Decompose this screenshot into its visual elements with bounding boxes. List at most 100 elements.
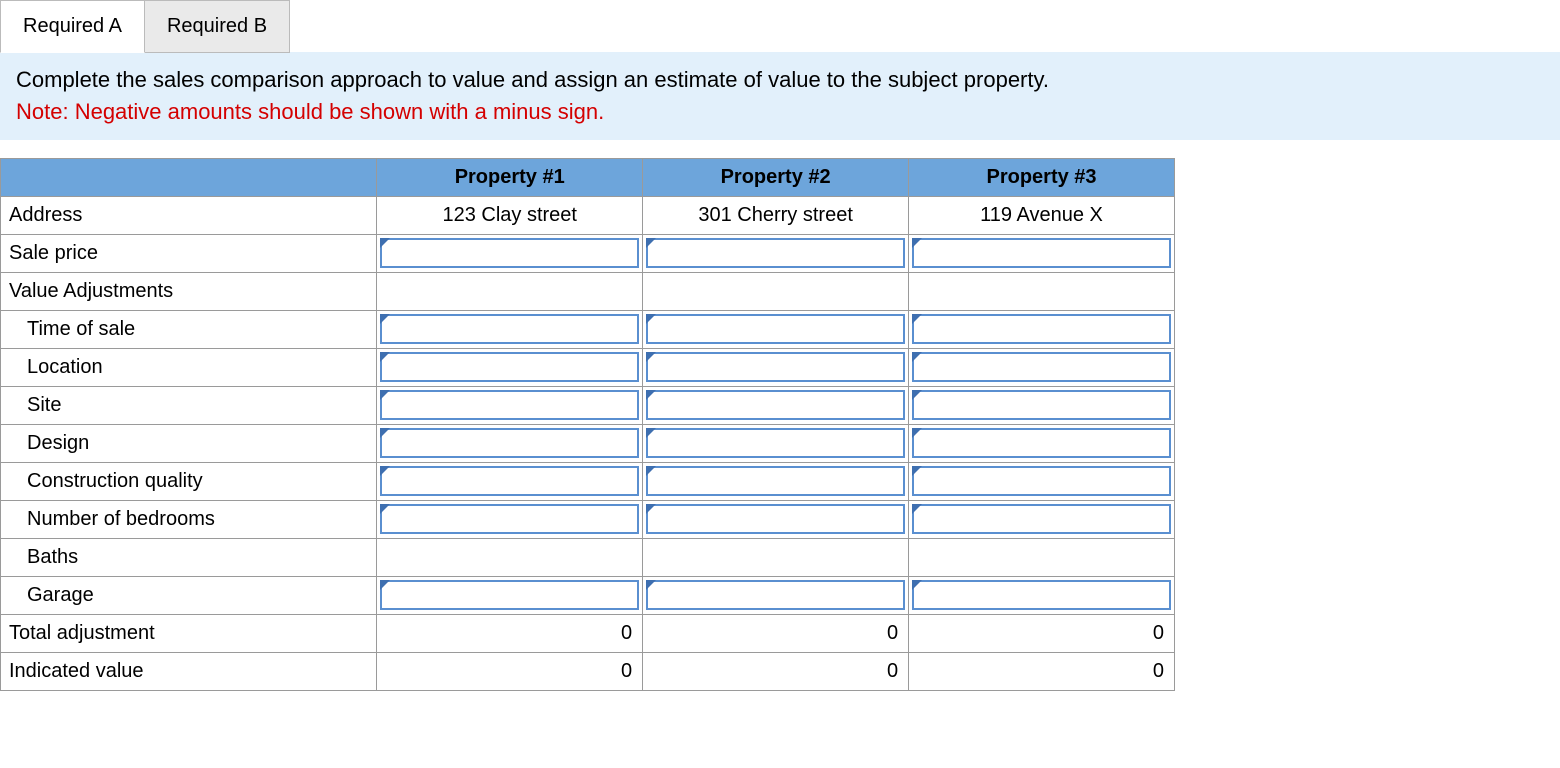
cell-indicated-p2: 0 bbox=[643, 652, 909, 690]
input-location-p3[interactable] bbox=[914, 354, 1169, 380]
cell-address-p3: 119 Avenue X bbox=[909, 196, 1175, 234]
cell-construction-p1 bbox=[377, 462, 643, 500]
row-label-bedrooms: Number of bedrooms bbox=[1, 500, 377, 538]
table-row: Sale price bbox=[1, 234, 1175, 272]
cell-total_adj-p2: 0 bbox=[643, 614, 909, 652]
input-site-p2[interactable] bbox=[648, 392, 903, 418]
row-label-baths: Baths bbox=[1, 538, 377, 576]
input-bedrooms-p3[interactable] bbox=[914, 506, 1169, 532]
table-row: Design bbox=[1, 424, 1175, 462]
row-label-garage: Garage bbox=[1, 576, 377, 614]
input-garage-p1[interactable] bbox=[382, 582, 637, 608]
table-row: Construction quality bbox=[1, 462, 1175, 500]
cell-site-p3 bbox=[909, 386, 1175, 424]
cell-time_of_sale-p1 bbox=[377, 310, 643, 348]
input-sale_price-p2[interactable] bbox=[648, 240, 903, 266]
cell-value_adj-p2 bbox=[643, 272, 909, 310]
cell-site-p2 bbox=[643, 386, 909, 424]
input-construction-p1[interactable] bbox=[382, 468, 637, 494]
input-location-p2[interactable] bbox=[648, 354, 903, 380]
cell-design-p3 bbox=[909, 424, 1175, 462]
cell-time_of_sale-p2 bbox=[643, 310, 909, 348]
cell-bedrooms-p1 bbox=[377, 500, 643, 538]
row-label-total_adj: Total adjustment bbox=[1, 614, 377, 652]
header-property-2: Property #2 bbox=[643, 158, 909, 196]
header-property-3: Property #3 bbox=[909, 158, 1175, 196]
input-design-p1[interactable] bbox=[382, 430, 637, 456]
cell-location-p3 bbox=[909, 348, 1175, 386]
input-time_of_sale-p3[interactable] bbox=[914, 316, 1169, 342]
cell-time_of_sale-p3 bbox=[909, 310, 1175, 348]
cell-sale_price-p1 bbox=[377, 234, 643, 272]
input-design-p2[interactable] bbox=[648, 430, 903, 456]
cell-bedrooms-p3 bbox=[909, 500, 1175, 538]
row-label-construction: Construction quality bbox=[1, 462, 377, 500]
cell-construction-p3 bbox=[909, 462, 1175, 500]
instruction-banner: Complete the sales comparison approach t… bbox=[0, 52, 1560, 140]
header-blank bbox=[1, 158, 377, 196]
input-garage-p2[interactable] bbox=[648, 582, 903, 608]
input-location-p1[interactable] bbox=[382, 354, 637, 380]
cell-value_adj-p1 bbox=[377, 272, 643, 310]
tab-required-b[interactable]: Required B bbox=[144, 0, 290, 53]
row-label-time_of_sale: Time of sale bbox=[1, 310, 377, 348]
tab-bar: Required A Required B bbox=[0, 0, 1560, 53]
cell-address-p1: 123 Clay street bbox=[377, 196, 643, 234]
cell-location-p2 bbox=[643, 348, 909, 386]
input-construction-p3[interactable] bbox=[914, 468, 1169, 494]
row-label-sale_price: Sale price bbox=[1, 234, 377, 272]
cell-baths-p2 bbox=[643, 538, 909, 576]
table-row: Number of bedrooms bbox=[1, 500, 1175, 538]
cell-bedrooms-p2 bbox=[643, 500, 909, 538]
cell-value_adj-p3 bbox=[909, 272, 1175, 310]
cell-baths-p3 bbox=[909, 538, 1175, 576]
table-row: Location bbox=[1, 348, 1175, 386]
header-property-1: Property #1 bbox=[377, 158, 643, 196]
table-row: Total adjustment000 bbox=[1, 614, 1175, 652]
cell-sale_price-p3 bbox=[909, 234, 1175, 272]
cell-construction-p2 bbox=[643, 462, 909, 500]
input-time_of_sale-p2[interactable] bbox=[648, 316, 903, 342]
cell-garage-p2 bbox=[643, 576, 909, 614]
cell-design-p1 bbox=[377, 424, 643, 462]
cell-baths-p1 bbox=[377, 538, 643, 576]
input-garage-p3[interactable] bbox=[914, 582, 1169, 608]
input-design-p3[interactable] bbox=[914, 430, 1169, 456]
input-site-p3[interactable] bbox=[914, 392, 1169, 418]
instruction-text: Complete the sales comparison approach t… bbox=[16, 67, 1049, 92]
cell-location-p1 bbox=[377, 348, 643, 386]
cell-address-p2: 301 Cherry street bbox=[643, 196, 909, 234]
input-site-p1[interactable] bbox=[382, 392, 637, 418]
row-label-design: Design bbox=[1, 424, 377, 462]
input-sale_price-p3[interactable] bbox=[914, 240, 1169, 266]
cell-total_adj-p3: 0 bbox=[909, 614, 1175, 652]
input-bedrooms-p2[interactable] bbox=[648, 506, 903, 532]
instruction-note: Note: Negative amounts should be shown w… bbox=[16, 99, 604, 124]
cell-garage-p1 bbox=[377, 576, 643, 614]
table-row: Site bbox=[1, 386, 1175, 424]
row-label-indicated: Indicated value bbox=[1, 652, 377, 690]
table-row: Garage bbox=[1, 576, 1175, 614]
cell-sale_price-p2 bbox=[643, 234, 909, 272]
table-row: Time of sale bbox=[1, 310, 1175, 348]
table-row: Baths bbox=[1, 538, 1175, 576]
tab-required-a[interactable]: Required A bbox=[0, 0, 145, 53]
row-label-location: Location bbox=[1, 348, 377, 386]
cell-indicated-p3: 0 bbox=[909, 652, 1175, 690]
table-row: Value Adjustments bbox=[1, 272, 1175, 310]
row-label-value_adj: Value Adjustments bbox=[1, 272, 377, 310]
cell-total_adj-p1: 0 bbox=[377, 614, 643, 652]
comparison-table: Property #1 Property #2 Property #3 Addr… bbox=[0, 158, 1175, 691]
input-bedrooms-p1[interactable] bbox=[382, 506, 637, 532]
row-label-site: Site bbox=[1, 386, 377, 424]
input-construction-p2[interactable] bbox=[648, 468, 903, 494]
table-row: Address123 Clay street301 Cherry street1… bbox=[1, 196, 1175, 234]
row-label-address: Address bbox=[1, 196, 377, 234]
input-sale_price-p1[interactable] bbox=[382, 240, 637, 266]
cell-indicated-p1: 0 bbox=[377, 652, 643, 690]
cell-design-p2 bbox=[643, 424, 909, 462]
input-time_of_sale-p1[interactable] bbox=[382, 316, 637, 342]
cell-garage-p3 bbox=[909, 576, 1175, 614]
cell-site-p1 bbox=[377, 386, 643, 424]
table-row: Indicated value000 bbox=[1, 652, 1175, 690]
